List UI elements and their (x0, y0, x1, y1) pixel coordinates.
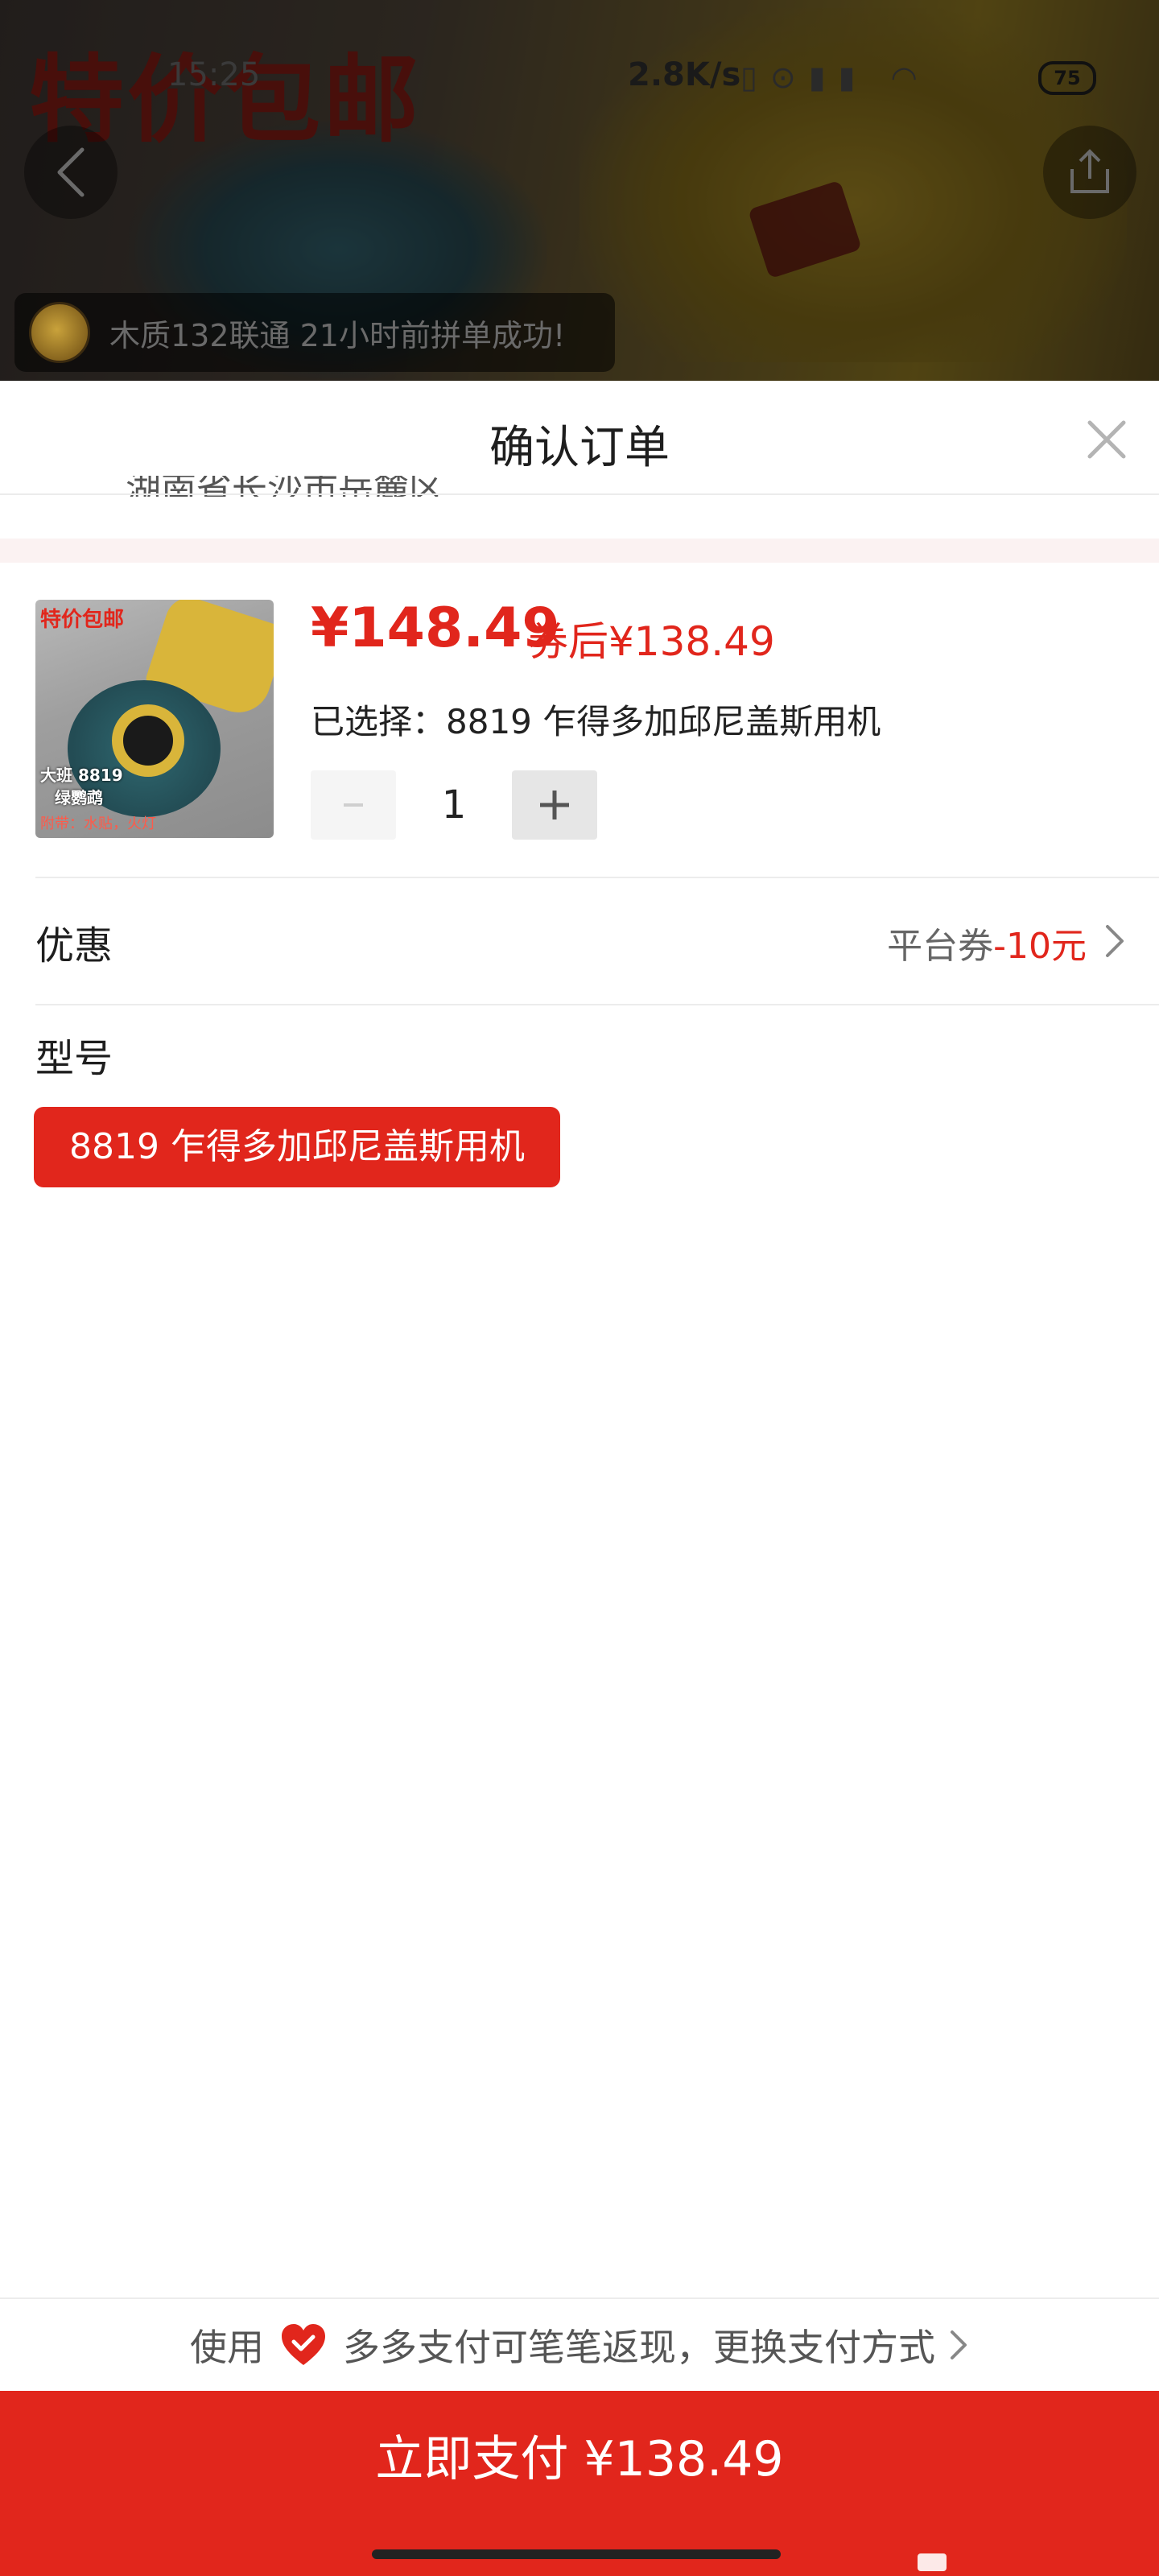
payment-method-hint[interactable]: 使用 多多支付可笔笔返现，更换支付方式 (0, 2299, 1159, 2391)
coupon-price: 券后¥138.49 (528, 618, 775, 665)
discount-type: 平台券 (887, 926, 994, 967)
share-icon (1070, 149, 1109, 193)
selected-spec: 已选择：8819 乍得多加邱尼盖斯用机 (311, 695, 881, 744)
home-indicator[interactable] (372, 2549, 781, 2559)
thumbnail-model: 大班 8819 绿鹦鹉 (40, 766, 123, 807)
status-bar: 15:25 2.8K/s ▯⊙▮▮ ◠ 75 (0, 56, 1159, 105)
network-speed: 2.8K/s (628, 56, 741, 93)
quantity-decrease-button[interactable] (311, 770, 396, 840)
discount-label: 优惠 (35, 923, 113, 968)
pay-now-button[interactable]: 立即支付 ¥138.49 (0, 2391, 1159, 2576)
quantity-value[interactable]: 1 (396, 770, 512, 840)
floating-mark (918, 2553, 947, 2571)
battery-indicator: 75 (1038, 61, 1096, 95)
thumbnail-badge: 特价包邮 (40, 608, 125, 632)
back-icon (57, 147, 85, 197)
thumbnail-accessories: 附带：水贴，火灯 (40, 815, 156, 832)
divider (35, 1004, 1159, 1005)
model-option-chip[interactable]: 8819 乍得多加邱尼盖斯用机 (34, 1107, 560, 1187)
product-banner: 特价包邮 15:25 2.8K/s ▯⊙▮▮ ◠ 75 木质132联通 21小时… (0, 0, 1159, 381)
signal-icons: ▯⊙▮▮ ◠ (740, 60, 930, 95)
sheet-title: 确认订单 (489, 422, 670, 474)
selected-spec-label: 已选择： (311, 702, 447, 741)
share-button[interactable] (1043, 126, 1136, 219)
minus-icon (344, 803, 363, 807)
confirm-order-sheet: 湖南省长沙市岳麓区 确认订单 特价包邮 大班 8819 绿鹦鹉 附带：水贴，火灯… (0, 381, 1159, 2576)
divider (0, 493, 1159, 495)
product-price: ¥148.49 (311, 597, 560, 660)
close-button[interactable] (1079, 411, 1135, 468)
product-thumbnail[interactable]: 特价包邮 大班 8819 绿鹦鹉 附带：水贴，火灯 (35, 600, 274, 838)
group-buy-toast-text: 木质132联通 21小时前拼单成功! (109, 317, 566, 353)
quantity-stepper: 1 (311, 770, 597, 840)
avatar (29, 302, 90, 363)
model-label: 型号 (35, 1036, 113, 1081)
sheet-header: 确认订单 (0, 381, 1159, 493)
status-time: 15:25 (167, 56, 261, 93)
quantity-increase-button[interactable] (512, 770, 597, 840)
plus-icon (540, 791, 569, 819)
group-buy-toast: 木质132联通 21小时前拼单成功! (14, 293, 615, 372)
chevron-right-icon (1106, 925, 1124, 957)
close-icon (1087, 420, 1126, 459)
pay-now-button-label: 立即支付 ¥138.49 (375, 2431, 784, 2487)
back-button[interactable] (24, 126, 118, 219)
section-gap (0, 539, 1159, 563)
chevron-right-icon (951, 2330, 967, 2359)
heart-check-icon (282, 2324, 325, 2365)
discount-value: 平台券-10元 (887, 917, 1087, 968)
payment-hint-prefix: 使用 (190, 2326, 264, 2369)
selected-spec-value: 8819 乍得多加邱尼盖斯用机 (446, 702, 881, 741)
discount-amount: -10元 (993, 926, 1087, 967)
discount-row[interactable]: 优惠 平台券-10元 (0, 878, 1159, 1004)
payment-hint-text: 多多支付可笔笔返现，更换支付方式 (343, 2326, 935, 2369)
